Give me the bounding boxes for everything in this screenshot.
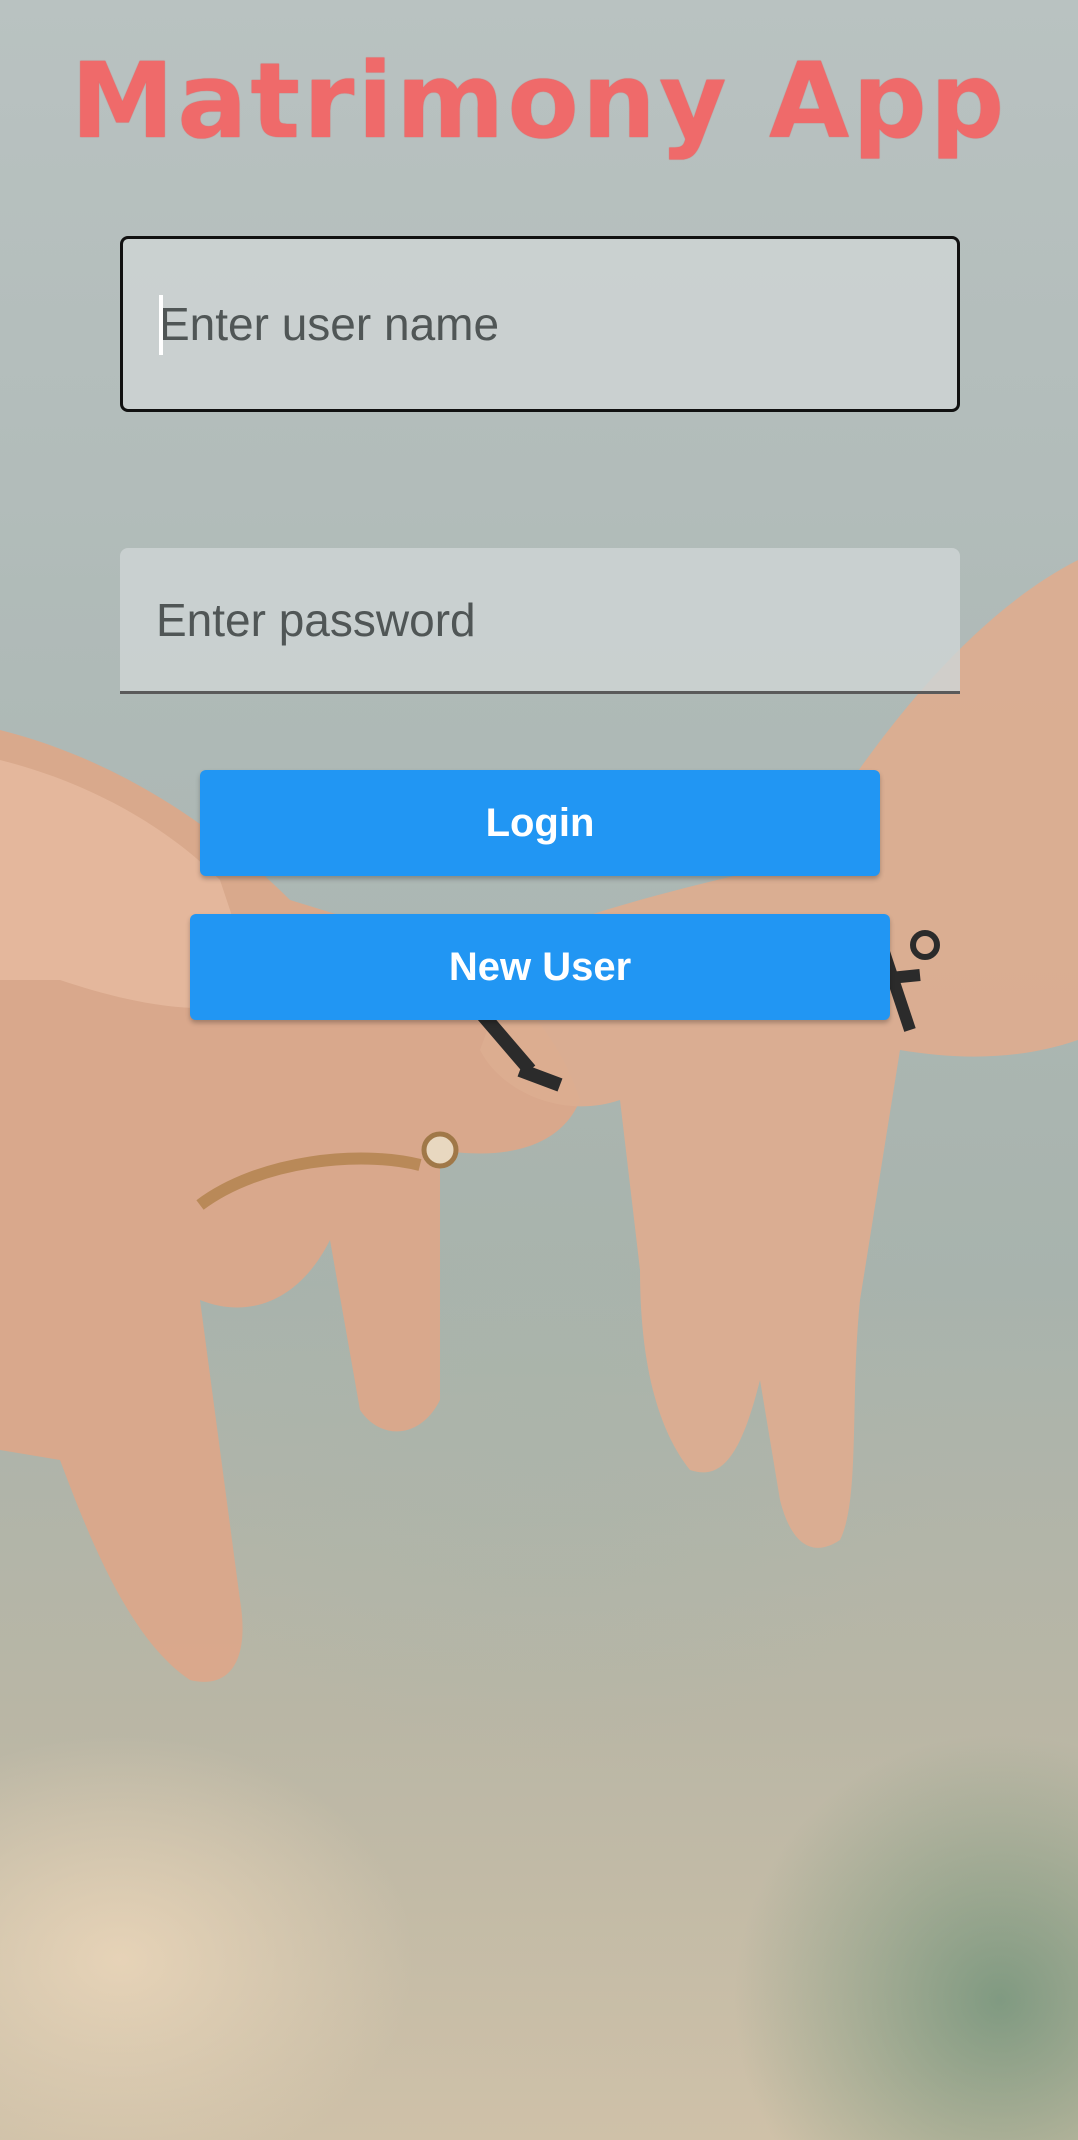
new-user-button[interactable]: New User: [190, 914, 890, 1020]
username-field[interactable]: [120, 236, 960, 412]
password-input[interactable]: [156, 589, 924, 650]
username-input[interactable]: [159, 294, 921, 354]
text-cursor: [159, 295, 163, 355]
app-title: Matrimony App: [70, 40, 1008, 162]
password-field[interactable]: [120, 548, 960, 694]
login-button[interactable]: Login: [200, 770, 880, 876]
